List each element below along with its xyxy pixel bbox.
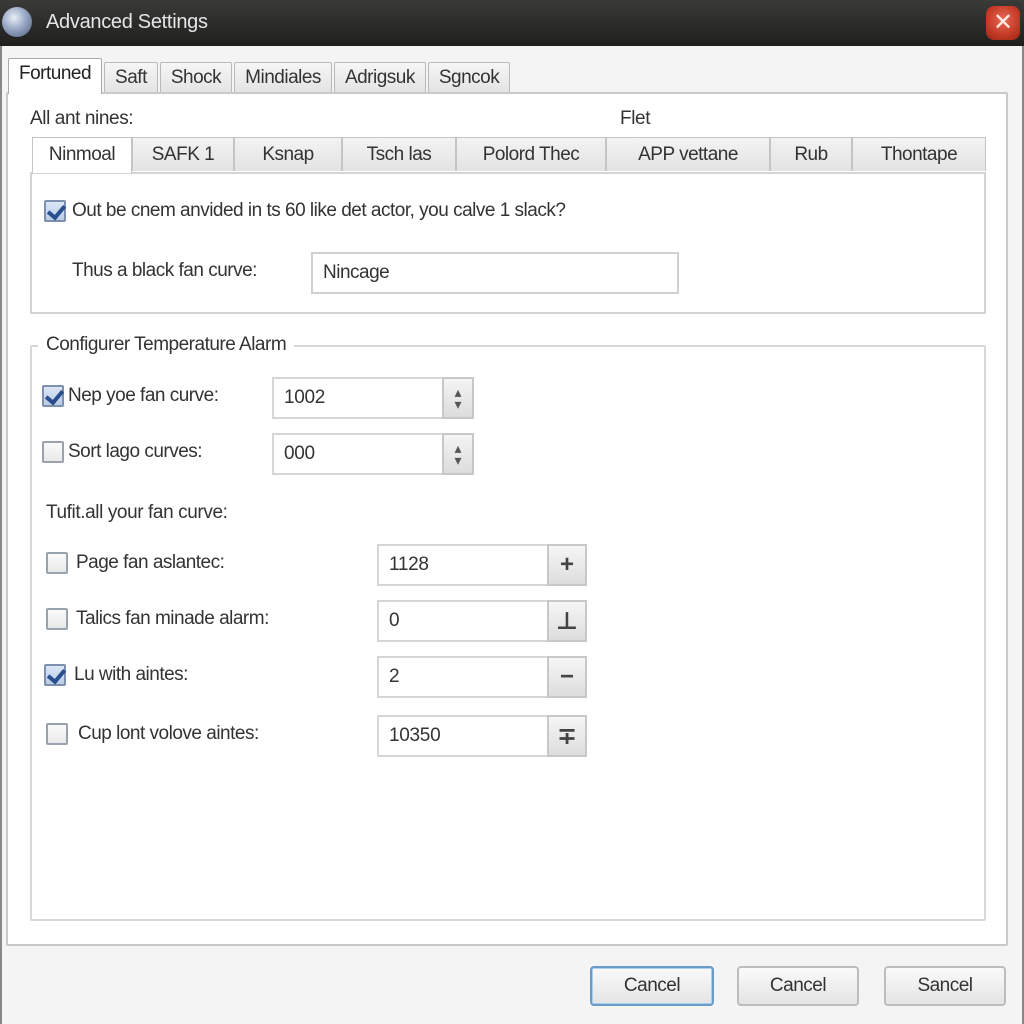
step-button[interactable]: ∓ [547,715,587,757]
sub-tab-app-vettane[interactable]: APP vettane [606,137,770,171]
sub-tab-polord-thec[interactable]: Polord Thec [456,137,606,171]
step-button[interactable]: ⊥ [547,600,587,642]
sub-section-right-label: Flet [620,108,651,129]
step-row: Page fan aslantec: [46,552,225,574]
minus-icon: − [559,663,574,690]
app-globe-icon [2,7,32,37]
step-value: 10350 [389,725,441,746]
step-row: Cup lont volove aintes: [46,723,259,745]
spin-box: 000 ▴ ▾ [272,433,474,475]
step-row: Talics fan minade alarm: [46,608,269,630]
main-tab-fortuned[interactable]: Fortuned [8,58,103,94]
main-tab-saft[interactable]: Saft [104,62,158,94]
step-row: Lu with aintes: [44,664,188,686]
sancel-button[interactable]: Sancel [884,966,1006,1006]
step-box: 0 ⊥ [377,600,587,642]
step-value: 1128 [389,554,429,575]
spin-row: Sort lago curves: [42,441,203,463]
spin-row-checkbox[interactable] [42,385,64,407]
step-value: 0 [389,610,400,631]
step-row-label: Cup lont volove aintes: [78,723,259,744]
spin-row-checkbox[interactable] [42,441,64,463]
sub-tab-ninmoal[interactable]: Ninmoal [32,137,132,173]
step-input[interactable]: 1128 [377,544,547,586]
sub-section-label: All ant nines: [30,108,134,129]
spin-row: Nep yoe fan curve: [42,385,219,407]
spin-input[interactable]: 1002 [272,377,442,419]
spin-value: 1002 [284,387,326,408]
plus-icon: + [559,551,574,578]
black-fan-curve-label: Thus a black fan curve: [72,260,257,281]
fan-curve-subheading: Tufit.all your fan curve: [46,502,228,523]
slack-option-row: Out be cnem anvided in ts 60 like det ac… [44,200,566,222]
step-box: 2 − [377,656,587,698]
step-row-label: Talics fan minade alarm: [76,608,269,629]
sub-tab-safk1[interactable]: SAFK 1 [132,137,234,171]
step-box: 1128 + [377,544,587,586]
step-row-checkbox[interactable] [46,552,68,574]
spin-down-icon[interactable]: ▾ [454,397,461,411]
spin-row-label: Sort lago curves: [68,441,203,462]
spin-down-icon[interactable]: ▾ [454,453,461,467]
main-tab-shock[interactable]: Shock [159,62,233,94]
temperature-alarm-title: Configurer Temperature Alarm [38,334,295,356]
black-fan-curve-row: Thus a black fan curve: [72,260,257,282]
step-input[interactable]: 0 [377,600,547,642]
spin-box: 1002 ▴ ▾ [272,377,474,419]
cancel-button[interactable]: Cancel [737,966,859,1006]
spin-input[interactable]: 000 [272,433,442,475]
slack-option-label: Out be cnem anvided in ts 60 like det ac… [72,200,566,221]
step-row-checkbox[interactable] [46,608,68,630]
main-tab-strip: Fortuned Saft Shock Mindiales Adrigsuk S… [8,58,512,94]
slack-option-checkbox[interactable] [44,200,66,222]
sub-tab-ksnap[interactable]: Ksnap [234,137,342,171]
step-input[interactable]: 2 [377,656,547,698]
step-button[interactable]: − [547,656,587,698]
main-tab-adrigsuk[interactable]: Adrigsuk [333,62,426,94]
sub-tab-rub[interactable]: Rub [770,137,852,171]
advanced-settings-window: Advanced Settings ✕ Fortuned Saft Shock … [0,0,1024,1024]
close-icon: ✕ [992,9,1014,36]
step-input[interactable]: 10350 [377,715,547,757]
black-fan-curve-input[interactable]: Nincage [311,252,679,294]
step-button[interactable]: + [547,544,587,586]
sub-tab-thontape[interactable]: Thontape [852,137,986,171]
plus-icon: ∓ [556,722,578,750]
step-row-label: Lu with aintes: [74,664,188,685]
close-button[interactable]: ✕ [986,6,1020,40]
step-row-checkbox[interactable] [46,723,68,745]
sub-tab-strip: Ninmoal SAFK 1 Ksnap Tsch las Polord The… [32,137,986,173]
main-tab-sgncok[interactable]: Sgncok [427,62,511,94]
step-box: 10350 ∓ [377,715,587,757]
spin-value: 000 [284,443,315,464]
step-row-checkbox[interactable] [44,664,66,686]
sub-tab-tsch-las[interactable]: Tsch las [342,137,456,171]
spin-row-label: Nep yoe fan curve: [68,385,219,406]
spin-buttons[interactable]: ▴ ▾ [442,433,474,475]
black-fan-curve-value: Nincage [323,262,390,283]
title-bar: Advanced Settings ✕ [0,0,1024,46]
step-row-label: Page fan aslantec: [76,552,225,573]
window-title: Advanced Settings [46,11,208,33]
spin-buttons[interactable]: ▴ ▾ [442,377,474,419]
step-value: 2 [389,666,400,687]
main-tab-mindiales[interactable]: Mindiales [234,62,332,94]
cancel-button-default[interactable]: Cancel [590,966,714,1006]
plus-minus-icon: ⊥ [556,607,578,635]
